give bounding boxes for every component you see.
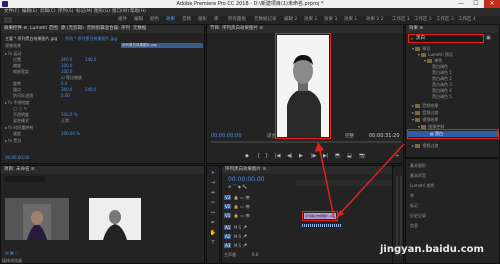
arrow-from-effects xyxy=(335,143,405,219)
arrow-to-monitor xyxy=(319,149,335,219)
annotation-arrows xyxy=(315,142,405,219)
arrow-head-monitor xyxy=(315,142,324,152)
watermark-text: jingyan.baidu.com xyxy=(380,244,484,255)
